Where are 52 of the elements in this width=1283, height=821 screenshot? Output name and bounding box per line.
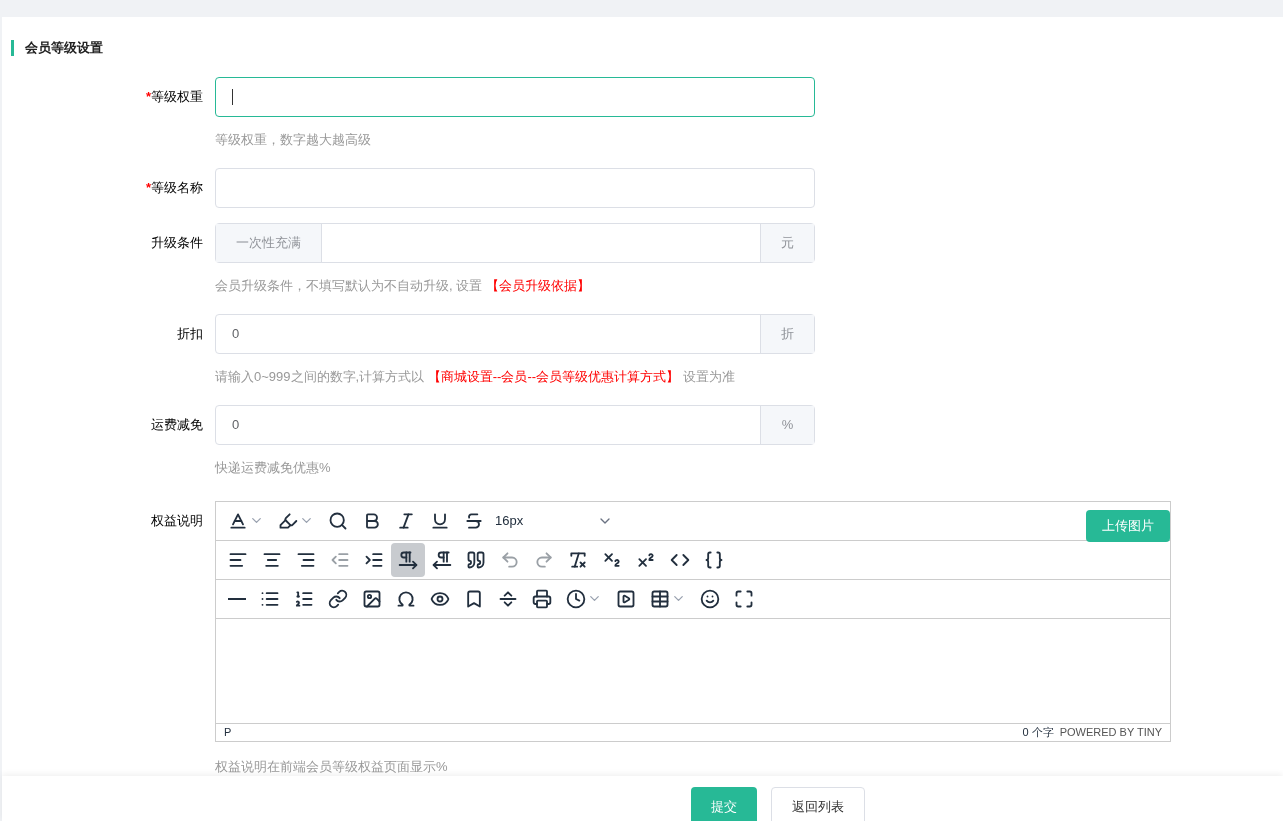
strikethrough-icon <box>464 510 484 531</box>
text-color-icon <box>228 510 248 531</box>
toolbar-button[interactable] <box>391 542 425 577</box>
input-append: 元 <box>760 223 814 262</box>
clock-icon <box>566 588 586 609</box>
hint-link[interactable]: 【会员升级依据】 <box>485 277 590 293</box>
field-label: 折扣 <box>177 324 203 343</box>
field-hint: 请输入0~999之间的数字,计算方式以 【商城设置--会员--会员等级优惠计算方式】 设置为准 <box>215 368 735 384</box>
numbered-list-icon <box>294 588 314 609</box>
clear-format-icon <box>568 549 588 570</box>
image-icon <box>362 588 382 609</box>
pilcrow-right-icon <box>398 549 418 570</box>
back-button[interactable]: 返回列表 <box>770 787 865 821</box>
horizontal-line-icon <box>228 597 246 600</box>
link-icon <box>328 588 348 609</box>
table-icon <box>650 588 670 609</box>
input-field[interactable] <box>215 76 815 117</box>
hint-link[interactable]: 【商城设置--会员--会员等级优惠计算方式】 <box>427 368 680 384</box>
field-label: *等级权重 <box>145 87 203 106</box>
field-hint: 快递运费减免优惠% <box>215 459 331 475</box>
section-title: 会员等级设置 <box>25 39 103 57</box>
input-append: % <box>760 405 814 444</box>
quote-icon <box>466 549 486 570</box>
font-size-select[interactable]: 16px <box>491 505 617 536</box>
field-hint: 会员升级条件，不填写默认为不自动升级, 设置 【会员升级依据】 <box>215 277 590 293</box>
element-path: P <box>224 724 232 740</box>
field-label: *等级名称 <box>145 178 203 197</box>
text-cursor <box>232 88 233 105</box>
highlighter-icon <box>278 510 298 531</box>
pilcrow-left-icon <box>432 549 452 570</box>
input-append: 折 <box>760 314 814 353</box>
input-field[interactable]: 0 折 <box>215 313 815 354</box>
branding-link[interactable]: POWERED BY TINY <box>1059 723 1162 741</box>
italic-icon <box>396 510 416 531</box>
bookmark-icon <box>464 588 484 609</box>
smiley-icon <box>700 588 720 609</box>
field-value: 0 <box>232 415 240 434</box>
undo-icon <box>500 549 520 570</box>
printer-icon <box>532 588 552 609</box>
fullscreen-icon <box>734 588 754 609</box>
field-label: 权益说明 <box>151 511 203 530</box>
search-icon <box>328 510 348 531</box>
video-icon <box>616 588 636 609</box>
braces-icon <box>704 549 724 570</box>
word-count: 0 个字 <box>1022 724 1054 740</box>
field-label: 运费减免 <box>151 415 203 434</box>
redo-icon <box>534 549 554 570</box>
input-field[interactable]: 0 % <box>215 404 815 445</box>
field-hint: 权益说明在前端会员等级权益页面显示% <box>215 758 448 774</box>
field-value: 0 <box>232 324 240 343</box>
field-label: 升级条件 <box>151 233 203 252</box>
field-hint: 等级权重，数字越大越高级 <box>215 131 371 147</box>
